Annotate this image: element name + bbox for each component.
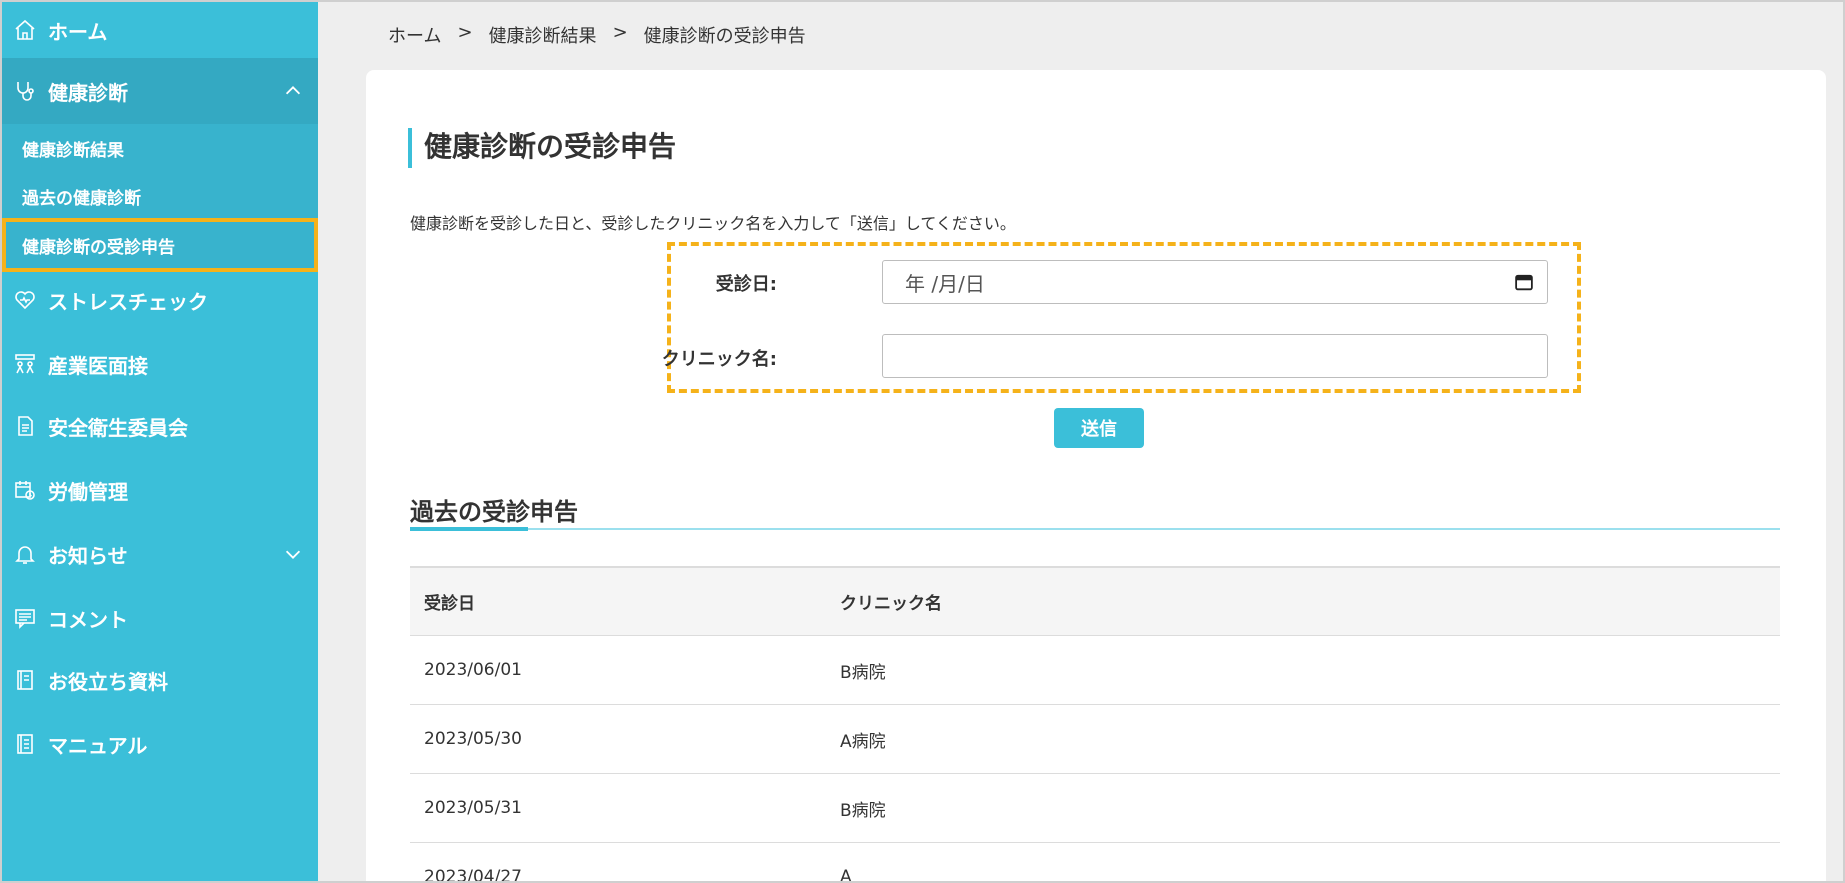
breadcrumb-current: 健康診断の受診申告 xyxy=(643,26,806,47)
sidebar-item-notices[interactable]: お知らせ xyxy=(2,530,318,578)
cell-clinic: A xyxy=(840,867,852,883)
sidebar-item-stress-check[interactable]: ストレスチェック xyxy=(2,276,318,324)
manual-icon xyxy=(12,731,38,757)
sidebar-item-label: ストレスチェック xyxy=(48,289,208,314)
comment-icon xyxy=(12,605,38,631)
visit-date-input[interactable]: 年 /月/日 xyxy=(882,260,1548,304)
book-icon xyxy=(12,667,38,693)
sidebar-item-occupational-physician[interactable]: 産業医面接 xyxy=(2,340,318,388)
sidebar-item-label: ホーム xyxy=(48,19,108,44)
date-placeholder: 年 /月/日 xyxy=(905,271,985,296)
sidebar-item-label: 安全衛生委員会 xyxy=(48,415,188,440)
cell-date: 2023/05/30 xyxy=(424,729,522,749)
sidebar-subitem-checkup-report[interactable]: 健康診断の受診申告 xyxy=(2,218,318,272)
sidebar-item-home[interactable]: ホーム xyxy=(2,6,318,54)
sidebar-item-manual[interactable]: マニュアル xyxy=(2,720,318,768)
breadcrumb-separator: > xyxy=(612,22,628,43)
column-header-date: 受診日 xyxy=(424,594,475,614)
table-row: 2023/05/31 B病院 xyxy=(410,774,1780,843)
page-title: 健康診断の受診申告 xyxy=(408,128,676,168)
submit-button[interactable]: 送信 xyxy=(1054,408,1144,448)
calendar-icon[interactable] xyxy=(1515,273,1533,291)
sidebar-item-label: マニュアル xyxy=(48,733,148,758)
breadcrumb-home[interactable]: ホーム xyxy=(388,22,441,48)
app-window: ホーム 健康診断 健康診断結果 過去の健康診断 健康診断の受診申告 ストレスチェ… xyxy=(0,0,1845,883)
cell-date: 2023/04/27 xyxy=(424,867,522,883)
sidebar-subitem-label: 健康診断の受診申告 xyxy=(22,237,175,258)
sidebar-item-label: コメント xyxy=(48,607,128,632)
content-card: 健康診断の受診申告 健康診断を受診した日と、受診したクリニック名を入力して「送信… xyxy=(366,70,1826,883)
bell-icon xyxy=(12,541,38,567)
meeting-icon xyxy=(12,351,38,377)
sidebar-item-label: 健康診断 xyxy=(48,80,128,105)
clinic-name-input[interactable] xyxy=(882,334,1548,378)
table-row: 2023/04/27 A xyxy=(410,843,1780,883)
cell-clinic: B病院 xyxy=(840,662,886,683)
cell-date: 2023/06/01 xyxy=(424,660,522,680)
table-row: 2023/06/01 B病院 xyxy=(410,636,1780,705)
stethoscope-icon xyxy=(12,78,38,104)
sidebar-item-health-checkup[interactable]: 健康診断 xyxy=(2,58,318,124)
calendar-clock-icon xyxy=(12,477,38,503)
main-area: ホーム > 健康診断結果 > 健康診断の受診申告 健康診断の受診申告 健康診断を… xyxy=(318,2,1843,883)
sidebar-item-safety-committee[interactable]: 安全衛生委員会 xyxy=(2,402,318,450)
sidebar-subitem-label: 健康診断結果 xyxy=(22,140,124,161)
breadcrumb-separator: > xyxy=(457,22,473,43)
section-divider-accent xyxy=(410,527,528,531)
sidebar-item-label: お役立ち資料 xyxy=(48,669,168,694)
heart-icon xyxy=(12,287,38,313)
home-icon xyxy=(12,17,38,43)
cell-clinic: B病院 xyxy=(840,800,886,821)
clinic-label: クリニック名: xyxy=(661,349,777,370)
document-icon xyxy=(12,413,38,439)
table-row: 2023/05/30 A病院 xyxy=(410,705,1780,774)
cell-date: 2023/05/31 xyxy=(424,798,522,818)
sidebar-subitem-past-checkups[interactable]: 過去の健康診断 xyxy=(2,172,318,220)
breadcrumb: ホーム > 健康診断結果 > 健康診断の受診申告 xyxy=(388,22,806,48)
column-header-clinic: クリニック名 xyxy=(840,594,942,614)
breadcrumb-results[interactable]: 健康診断結果 xyxy=(489,22,597,48)
chevron-down-icon[interactable] xyxy=(282,543,304,565)
sidebar-subitem-label: 過去の健康診断 xyxy=(22,188,141,209)
date-label: 受診日: xyxy=(715,274,777,295)
history-table: 受診日 クリニック名 2023/06/01 B病院 2023/05/30 A病院… xyxy=(410,566,1780,883)
sidebar-item-comments[interactable]: コメント xyxy=(2,594,318,642)
history-section-title: 過去の受診申告 xyxy=(410,498,578,526)
cell-clinic: A病院 xyxy=(840,731,886,752)
sidebar-item-label: 産業医面接 xyxy=(48,353,148,378)
chevron-up-icon[interactable] xyxy=(282,80,304,102)
sidebar-item-label: 労働管理 xyxy=(48,479,128,504)
table-header: 受診日 クリニック名 xyxy=(410,566,1780,636)
sidebar: ホーム 健康診断 健康診断結果 過去の健康診断 健康診断の受診申告 ストレスチェ… xyxy=(2,2,318,881)
sidebar-item-label: お知らせ xyxy=(48,543,128,568)
sidebar-subitem-results[interactable]: 健康診断結果 xyxy=(2,124,318,172)
sidebar-item-labor-management[interactable]: 労働管理 xyxy=(2,466,318,514)
instructions-text: 健康診断を受診した日と、受診したクリニック名を入力して「送信」してください。 xyxy=(410,214,1016,233)
section-divider xyxy=(410,528,1780,530)
sidebar-item-resources[interactable]: お役立ち資料 xyxy=(2,656,318,704)
